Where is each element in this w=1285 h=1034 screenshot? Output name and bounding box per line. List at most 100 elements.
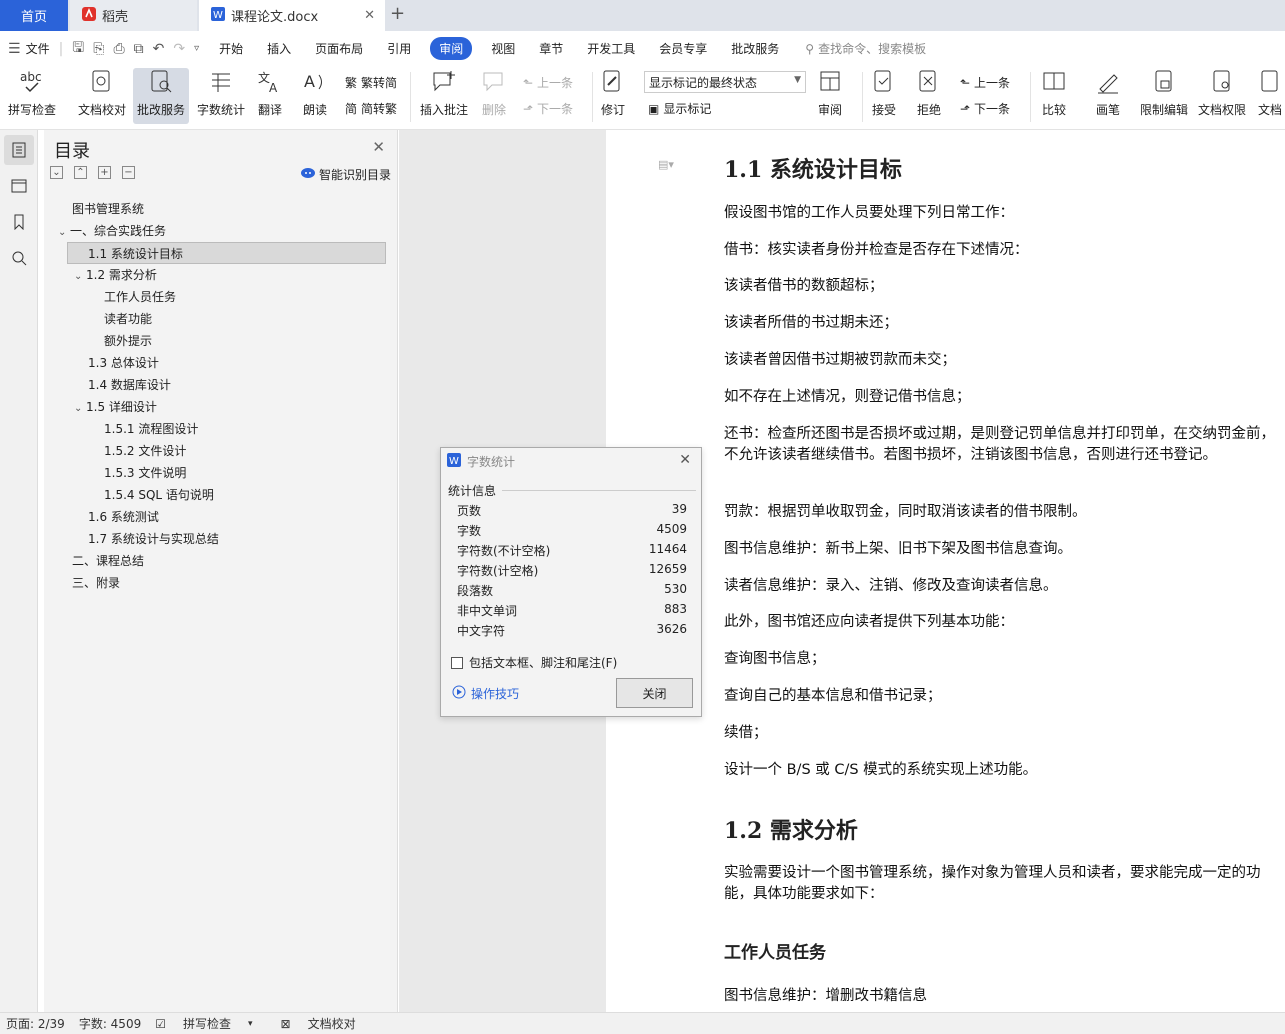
show-markup-button[interactable]: ▣ 显示标记 (648, 100, 711, 117)
export-icon[interactable]: ⎘ (93, 41, 104, 57)
toc-item[interactable]: 工作人员任务 (104, 286, 176, 308)
toc-item[interactable]: ⌄ 1.5 详细设计 (74, 396, 157, 418)
spell-check-button[interactable]: abc 拼写检查 (8, 68, 56, 118)
markup-state-value: 显示标记的最终状态 (649, 76, 758, 90)
prev-change-button[interactable]: ⬑ 上一条 (960, 74, 1010, 91)
toc-item[interactable]: 读者功能 (104, 308, 152, 330)
redo-icon[interactable]: ↷ (173, 41, 185, 57)
bookmark-icon[interactable] (8, 211, 30, 233)
chevron-down-icon[interactable]: ⌄ (74, 398, 86, 420)
menu-chapter[interactable]: 章节 (527, 40, 575, 57)
toc-title: 目录 (54, 141, 90, 162)
simp-to-trad-button[interactable]: 简简转繁 (345, 100, 397, 117)
word-count-indicator[interactable]: 字数: 4509 (79, 1015, 141, 1032)
menu-member[interactable]: 会员专享 (647, 40, 719, 57)
save-icon[interactable]: 🖫 (72, 37, 84, 61)
close-icon[interactable]: ✕ (679, 452, 691, 468)
search-icon[interactable] (8, 247, 30, 269)
menu-layout[interactable]: 页面布局 (303, 40, 375, 57)
menu-developer[interactable]: 开发工具 (575, 40, 647, 57)
collapse-up-icon[interactable]: ⌃ (74, 166, 87, 179)
restrict-editing-button[interactable]: 限制编辑 (1140, 68, 1188, 118)
new-tab-icon[interactable]: + (390, 3, 405, 24)
close-button[interactable]: 关闭 (616, 678, 693, 708)
toc-item-selected[interactable]: 1.1 系统设计目标 (67, 242, 386, 264)
toc-item[interactable]: 二、课程总结 (72, 550, 144, 572)
toc-item[interactable]: 1.7 系统设计与实现总结 (88, 528, 219, 550)
proof-status[interactable]: ⊠ 文档校对 (281, 1015, 370, 1032)
doc-proof-button[interactable]: 文档校对 (78, 68, 126, 118)
writer-doc-icon: W (447, 452, 461, 470)
chapter-nav-icon[interactable] (8, 174, 30, 196)
toc-item[interactable]: 图书管理系统 (72, 198, 144, 220)
more-icon[interactable]: ▿ (194, 43, 199, 54)
doc-more-label: 文档 (1257, 103, 1282, 117)
command-search[interactable]: ⚲ 查找命令、搜索模板 (805, 40, 926, 57)
review-service-icon (147, 68, 175, 96)
word-count-button[interactable]: 字数统计 (197, 68, 245, 118)
hamburger-icon[interactable]: ☰ (8, 41, 21, 57)
include-textbox-checkbox[interactable]: 包括文本框、脚注和尾注(F) (451, 654, 617, 671)
stat-label: 字符数(不计空格) (457, 544, 551, 558)
tips-link[interactable]: 操作技巧 (452, 685, 519, 702)
toc-item[interactable]: 1.5.3 文件说明 (104, 462, 186, 484)
read-aloud-button[interactable]: A 朗读 (301, 68, 329, 118)
next-change-button[interactable]: ⬏ 下一条 (960, 100, 1010, 117)
remove-level-icon[interactable]: − (122, 166, 135, 179)
prev-comment-button[interactable]: ⬑ 上一条 (523, 74, 573, 91)
trad-to-simp-button[interactable]: 繁繁转简 (345, 74, 397, 91)
menu-view[interactable]: 视图 (479, 40, 527, 57)
undo-icon[interactable]: ↶ (153, 41, 165, 57)
insert-comment-button[interactable]: 插入批注 (420, 68, 468, 118)
review-service-button[interactable]: 批改服务 (133, 68, 190, 124)
print-preview-icon[interactable]: ⧉ (134, 41, 144, 57)
menu-insert[interactable]: 插入 (255, 40, 303, 57)
toc-item[interactable]: ⌄ 一、综合实践任务 (58, 220, 166, 242)
doc-permission-button[interactable]: 文档权限 (1198, 68, 1246, 118)
spell-check-status[interactable]: ☑ 拼写检查 ▾ (155, 1015, 266, 1032)
tab-document[interactable]: W 课程论文.docx ✕ (199, 0, 385, 31)
expand-down-icon[interactable]: ⌄ (50, 166, 63, 179)
compare-button[interactable]: 比较 (1040, 68, 1068, 118)
accept-button[interactable]: 接受 (870, 68, 898, 118)
chevron-down-icon[interactable]: ⌄ (74, 266, 86, 288)
toc-item[interactable]: 1.5.4 SQL 语句说明 (104, 484, 214, 506)
toc-item[interactable]: ⌄ 1.2 需求分析 (74, 264, 157, 286)
toc-item[interactable]: 1.5.2 文件设计 (104, 440, 186, 462)
close-tab-icon[interactable]: ✕ (364, 8, 375, 23)
toc-item[interactable]: 额外提示 (104, 330, 152, 352)
menu-references[interactable]: 引用 (375, 40, 423, 57)
paragraph-menu-icon[interactable]: ▤▾ (658, 158, 674, 171)
document-page[interactable]: ▤▾ 1.1 系统设计目标 假设图书馆的工作人员要处理下列日常工作： 借书：核实… (606, 130, 1285, 1012)
print-icon[interactable]: ⎙ (113, 41, 124, 57)
page-indicator[interactable]: 页面: 2/39 (6, 1015, 65, 1032)
next-comment-button[interactable]: ⬏ 下一条 (523, 100, 573, 117)
menu-review[interactable]: 审阅 (430, 37, 473, 60)
tab-home[interactable]: 首页 (0, 0, 68, 31)
pen-button[interactable]: 画笔 (1094, 68, 1122, 118)
translate-button[interactable]: 文A 翻译 (256, 68, 284, 118)
close-icon[interactable]: ✕ (372, 138, 385, 156)
add-level-icon[interactable]: + (98, 166, 111, 179)
menu-home[interactable]: 开始 (207, 40, 255, 57)
chevron-down-icon[interactable]: ⌄ (58, 222, 70, 244)
reject-button[interactable]: 拒绝 (915, 68, 943, 118)
dialog-titlebar[interactable]: W 字数统计 (441, 448, 701, 474)
toc-panel-icon[interactable] (4, 135, 34, 165)
review-pane-button[interactable]: 审阅 (816, 68, 844, 118)
tab-wps[interactable]: 稻壳 (70, 0, 197, 31)
menu-correction[interactable]: 批改服务 (719, 40, 791, 57)
checkbox-box[interactable] (451, 656, 463, 669)
markup-state-select[interactable]: 显示标记的最终状态 ▼ (644, 71, 806, 93)
track-changes-button[interactable]: 修订 (599, 68, 627, 118)
toc-item[interactable]: 三、附录 (72, 572, 120, 594)
delete-comment-button[interactable]: 删除 (480, 68, 508, 118)
toc-item[interactable]: 1.6 系统测试 (88, 506, 159, 528)
smart-toc-button[interactable]: 智能识别目录 (300, 166, 391, 183)
doc-more-button[interactable]: 文档 (1256, 68, 1284, 118)
toc-item[interactable]: 1.3 总体设计 (88, 352, 159, 374)
file-menu[interactable]: 文件 (26, 40, 50, 57)
toc-item[interactable]: 1.4 数据库设计 (88, 374, 171, 396)
doc-permission-label: 文档权限 (1198, 103, 1247, 117)
toc-item[interactable]: 1.5.1 流程图设计 (104, 418, 198, 440)
